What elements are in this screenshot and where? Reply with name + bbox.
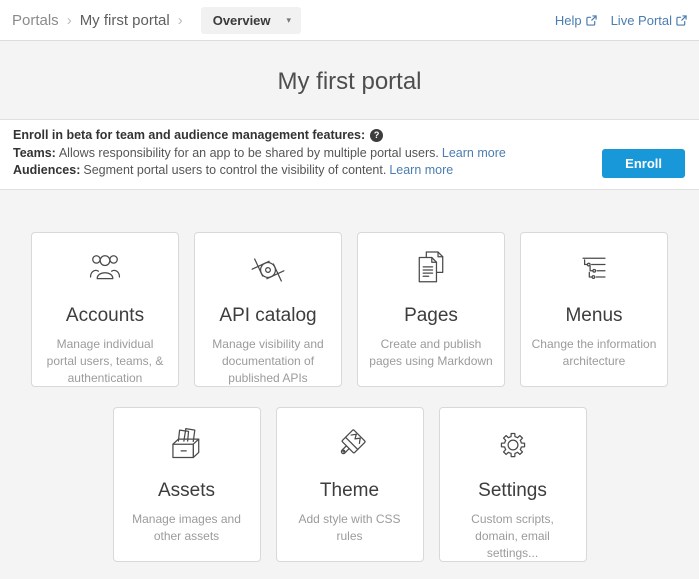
card-description: Manage images and other assets: [114, 511, 260, 545]
beta-banner-heading: Enroll in beta for team and audience man…: [13, 127, 506, 145]
breadcrumb-portals-link[interactable]: Portals: [12, 12, 59, 29]
card-title: Assets: [158, 480, 215, 502]
card-description: Create and publish pages using Markdown: [358, 336, 504, 370]
teams-text: Allows responsibility for an app to be s…: [59, 146, 439, 160]
view-selector-value: Overview: [213, 13, 271, 28]
card-title: Theme: [320, 480, 379, 502]
beta-banner: Enroll in beta for team and audience man…: [0, 119, 699, 190]
card-description: Change the information architecture: [521, 336, 667, 370]
card-title: Pages: [404, 305, 458, 327]
chevron-down-icon: ▾: [287, 15, 292, 26]
card-title: API catalog: [219, 305, 316, 327]
card-description: Add style with CSS rules: [277, 511, 423, 545]
teams-term: Teams:: [13, 146, 56, 160]
documents-icon: [406, 245, 456, 295]
aperture-icon: [243, 245, 293, 295]
top-bar: Portals › My first portal › Overview ▾ H…: [0, 0, 699, 41]
external-link-icon: [586, 15, 597, 26]
audiences-text: Segment portal users to control the visi…: [83, 163, 386, 177]
help-link[interactable]: Help: [555, 13, 597, 28]
card-menus[interactable]: Menus Change the information architectur…: [520, 232, 668, 387]
card-description: Manage individual portal users, teams, &…: [32, 336, 178, 387]
cards-row-2: Assets Manage images and other assets Th…: [0, 407, 699, 562]
archive-box-icon: [162, 420, 212, 470]
card-title: Settings: [478, 480, 547, 502]
enroll-button[interactable]: Enroll: [602, 149, 685, 178]
breadcrumb-portal-name[interactable]: My first portal: [80, 12, 170, 29]
live-portal-link[interactable]: Live Portal: [611, 13, 687, 28]
card-assets[interactable]: Assets Manage images and other assets: [113, 407, 261, 562]
card-title: Accounts: [66, 305, 144, 327]
card-description: Custom scripts, domain, email settings..…: [440, 511, 586, 562]
card-settings[interactable]: Settings Custom scripts, domain, email s…: [439, 407, 587, 562]
breadcrumb: Portals › My first portal › Overview ▾: [12, 7, 301, 34]
audiences-learn-more-link[interactable]: Learn more: [389, 163, 453, 177]
teams-learn-more-link[interactable]: Learn more: [442, 146, 506, 160]
card-title: Menus: [565, 305, 622, 327]
beta-banner-heading-label: Enroll in beta for team and audience man…: [13, 127, 365, 145]
gear-icon: [488, 420, 538, 470]
tree-list-icon: [569, 245, 619, 295]
breadcrumb-chevron-icon: ›: [59, 12, 80, 29]
card-pages[interactable]: Pages Create and publish pages using Mar…: [357, 232, 505, 387]
live-portal-link-label: Live Portal: [611, 13, 672, 28]
top-links: Help Live Portal: [555, 13, 687, 28]
card-api-catalog[interactable]: API catalog Manage visibility and docume…: [194, 232, 342, 387]
card-description: Manage visibility and documentation of p…: [195, 336, 341, 387]
card-theme[interactable]: Theme Add style with CSS rules: [276, 407, 424, 562]
page-title: My first portal: [0, 41, 699, 97]
paint-brush-icon: [325, 420, 375, 470]
beta-banner-text: Enroll in beta for team and audience man…: [13, 127, 506, 180]
help-link-label: Help: [555, 13, 582, 28]
external-link-icon: [676, 15, 687, 26]
beta-banner-line-teams: Teams:Allows responsibility for an app t…: [13, 145, 506, 163]
audiences-term: Audiences:: [13, 163, 80, 177]
people-icon: [80, 245, 130, 295]
view-selector-dropdown[interactable]: Overview ▾: [201, 7, 301, 34]
cards-row-1: Accounts Manage individual portal users,…: [0, 232, 699, 387]
beta-banner-line-audiences: Audiences:Segment portal users to contro…: [13, 162, 506, 180]
help-tooltip-icon[interactable]: ?: [370, 129, 383, 142]
card-accounts[interactable]: Accounts Manage individual portal users,…: [31, 232, 179, 387]
breadcrumb-chevron-icon: ›: [170, 12, 191, 29]
